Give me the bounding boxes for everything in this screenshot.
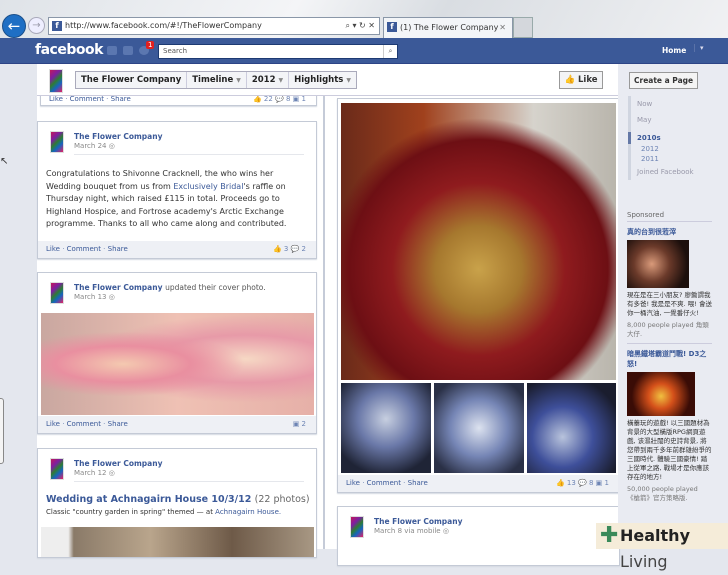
- favicon-icon: f: [387, 22, 397, 32]
- address-tools[interactable]: ⌕ ▾ ↻ ✕: [345, 18, 375, 34]
- timeline-header: The Flower Company Timeline ▼ 2012 ▼ Hig…: [37, 64, 618, 96]
- like-link[interactable]: Like: [46, 420, 60, 428]
- album-title[interactable]: Wedding at Achnagairn House 10/3/12 (22 …: [46, 494, 310, 505]
- share-link[interactable]: Share: [108, 420, 128, 428]
- account-dropdown-icon[interactable]: ▾: [694, 44, 704, 52]
- new-tab-button[interactable]: [513, 17, 533, 38]
- post-counts[interactable]: 👍 3 💬 2: [273, 241, 306, 258]
- comment-link[interactable]: Comment: [367, 479, 401, 487]
- share-link[interactable]: Share: [108, 245, 128, 253]
- timeline-post: The Flower Company updated their cover p…: [37, 272, 317, 434]
- post-avatar[interactable]: [350, 516, 364, 538]
- messages-icon[interactable]: [123, 46, 133, 55]
- exclusively-bridal-link[interactable]: Exclusively Bridal: [173, 182, 243, 191]
- plus-icon: ✚: [600, 523, 619, 548]
- post-date[interactable]: March 24 ◎: [74, 142, 115, 150]
- post-text: Congratulations to Shivonne Cracknell, t…: [46, 169, 287, 228]
- comment-link[interactable]: Comment: [70, 95, 104, 103]
- timeline-spine: [323, 64, 325, 549]
- post-avatar[interactable]: [50, 282, 64, 304]
- post-author[interactable]: The Flower Company: [74, 459, 162, 468]
- post-date[interactable]: March 8 via mobile ◎: [374, 527, 449, 535]
- create-page-button[interactable]: Create a Page: [629, 72, 699, 89]
- timeline-post: The Flower Company March 12 ◎ Wedding at…: [37, 448, 317, 558]
- scrubber-2010s[interactable]: 2010s: [628, 132, 694, 144]
- post-avatar[interactable]: [50, 458, 64, 480]
- forward-button[interactable]: →: [28, 17, 45, 34]
- like-link[interactable]: Like: [49, 95, 63, 103]
- search-input[interactable]: Search ⌕: [158, 44, 398, 59]
- bouquet-photo[interactable]: [341, 103, 616, 380]
- highlights-nav[interactable]: Highlights ▼: [289, 72, 356, 88]
- tab-title: (1) The Flower Company: [400, 23, 499, 32]
- scrubber-now[interactable]: Now: [631, 96, 694, 112]
- post-avatar[interactable]: [50, 131, 64, 153]
- home-link[interactable]: Home: [662, 46, 686, 55]
- year-nav[interactable]: 2012 ▼: [247, 72, 290, 88]
- timeline-scrubber: Now May 2010s 2012 2011 Joined Facebook: [628, 96, 694, 180]
- timeline-post: The Flower Company March 24 ◎ Congratula…: [37, 121, 317, 259]
- post-author[interactable]: The Flower Company: [74, 132, 162, 141]
- comment-link[interactable]: Comment: [67, 245, 101, 253]
- page-name-nav[interactable]: The Flower Company: [76, 72, 188, 88]
- like-page-button[interactable]: 👍 Like: [559, 71, 603, 89]
- cover-photo-orchids[interactable]: [41, 313, 314, 415]
- url-text: http://www.facebook.com/#!/TheFlowerComp…: [65, 21, 262, 30]
- facebook-logo[interactable]: facebook: [35, 42, 103, 58]
- search-icon[interactable]: ⌕: [383, 45, 397, 58]
- post-author[interactable]: The Flower Company: [374, 517, 462, 526]
- share-link[interactable]: Share: [408, 479, 428, 487]
- photo-post: Like · Comment · Share 👍 13 💬 8 ▣ 1: [337, 98, 620, 493]
- right-sidebar: Create a Page Now May 2010s 2012 2011 Jo…: [618, 64, 728, 549]
- ad-text: 現在是在三小朋友? 廖鋤謂我有多爸! 我是是不爽. 喂! 會送你一桶汽油, 一覺…: [627, 291, 712, 317]
- page-avatar[interactable]: [49, 69, 63, 93]
- sponsored-label: Sponsored: [627, 211, 712, 222]
- ad-title[interactable]: 暗黑鐵塔霸道鬥戰! D3之怒!: [627, 349, 712, 369]
- ad-image[interactable]: [627, 372, 695, 416]
- like-link[interactable]: Like: [46, 245, 60, 253]
- post-author[interactable]: The Flower Company updated their cover p…: [74, 283, 266, 292]
- location-link[interactable]: Achnagairn House.: [215, 508, 281, 516]
- thumbnail-photo[interactable]: [341, 383, 431, 473]
- comment-link[interactable]: Comment: [67, 420, 101, 428]
- post-date[interactable]: March 13 ◎: [74, 293, 115, 301]
- post-date[interactable]: March 12 ◎: [74, 469, 115, 477]
- thumbnail-photo[interactable]: [434, 383, 524, 473]
- favicon-icon: f: [52, 21, 62, 31]
- healthy-living-watermark: ✚ Healthy Living: [596, 523, 728, 571]
- timeline-post: The Flower Company March 8 via mobile ◎: [337, 506, 620, 566]
- friend-requests-icon[interactable]: [107, 46, 117, 55]
- scrubber-joined[interactable]: Joined Facebook: [631, 164, 694, 180]
- ad-meta: 8,000 people played 角頭大仔.: [627, 321, 712, 344]
- scrubber-2011[interactable]: 2011: [631, 154, 694, 164]
- scrubber-may[interactable]: May: [631, 112, 694, 128]
- notification-badge: 1: [146, 41, 155, 49]
- album-caption: Classic "country garden in spring" theme…: [46, 508, 282, 516]
- side-handle[interactable]: [0, 398, 4, 464]
- scrubber-2012[interactable]: 2012: [631, 144, 694, 154]
- share-link[interactable]: Share: [111, 95, 131, 103]
- facebook-top-bar: facebook 1 Search ⌕ Home ▾: [0, 38, 728, 64]
- thumbnail-photo[interactable]: [527, 383, 616, 473]
- browser-tab[interactable]: f (1) The Flower Company ✕: [383, 17, 513, 38]
- mouse-cursor-icon: ↖: [0, 156, 9, 167]
- ad-meta: 50,000 people played 《槍箭》官方策略版.: [627, 485, 698, 502]
- album-photo[interactable]: [41, 527, 314, 557]
- browser-chrome: ← → f http://www.facebook.com/#!/TheFlow…: [0, 0, 728, 38]
- ad-title[interactable]: 真的台到很蒞滓: [627, 227, 712, 237]
- search-placeholder: Search: [163, 47, 188, 55]
- address-bar[interactable]: f http://www.facebook.com/#!/TheFlowerCo…: [48, 17, 380, 35]
- tab-close-icon[interactable]: ✕: [499, 18, 506, 37]
- timeline-nav[interactable]: Timeline ▼: [187, 72, 247, 88]
- back-button[interactable]: ←: [2, 14, 26, 38]
- like-link[interactable]: Like: [346, 479, 360, 487]
- ad-text: 橫蓁玩的遊戲! 以三國題材為背景的大型橫版RPG網頁遊戲, 该濕壯闊的史詩背景,…: [627, 419, 712, 481]
- ad-image[interactable]: [627, 240, 689, 288]
- sponsored-section: Sponsored 真的台到很蒞滓 現在是在三小朋友? 廖鋤謂我有多爸! 我是是…: [627, 211, 712, 507]
